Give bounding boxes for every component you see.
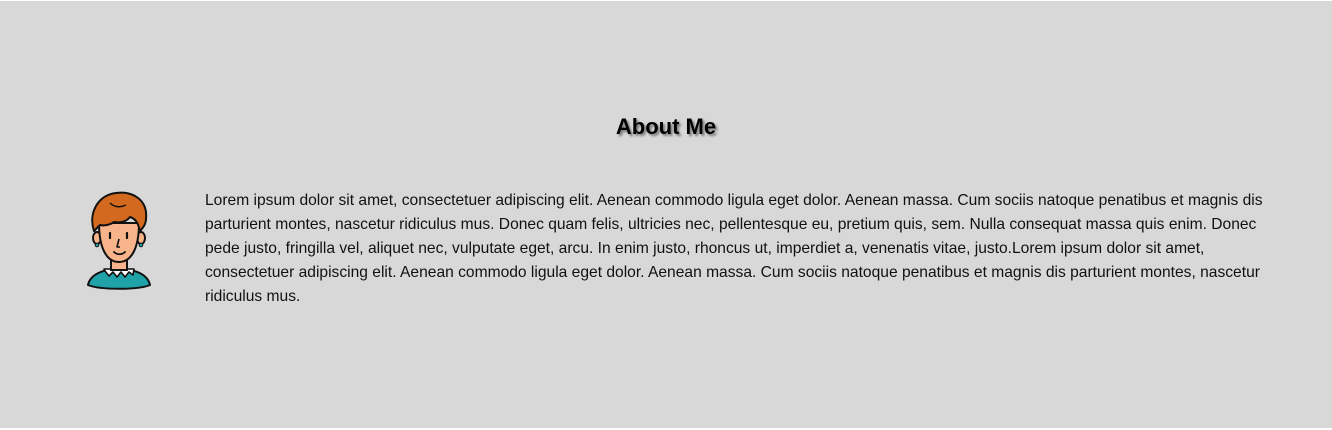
person-avatar-icon [80, 189, 158, 291]
about-me-section: About Me Lorem ipsum dolor sit amet, con… [0, 1, 1332, 428]
about-bio-text: Lorem ipsum dolor sit amet, consectetuer… [205, 192, 1263, 305]
page-title: About Me [615, 114, 717, 139]
